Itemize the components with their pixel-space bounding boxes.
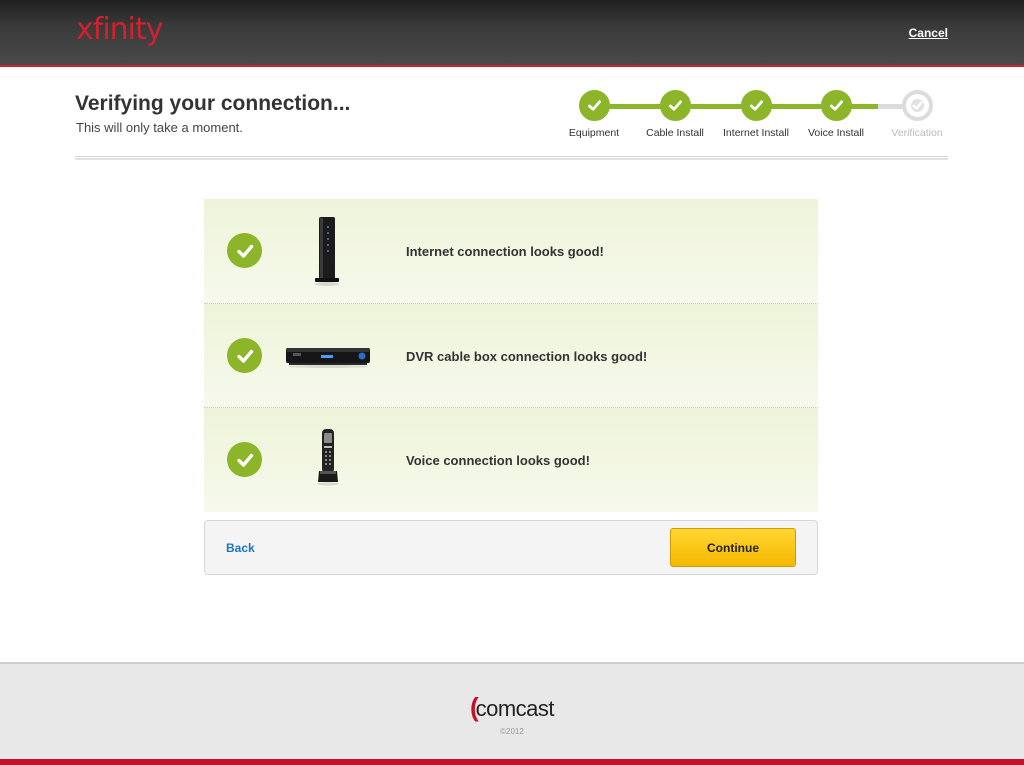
connection-status-panel: Internet connection looks good! DVR cabl… bbox=[204, 199, 818, 512]
progress-step-label: Voice Install bbox=[807, 127, 865, 139]
status-message: Voice connection looks good! bbox=[406, 453, 590, 468]
progress-tracker: Equipment Cable Install Internet Install… bbox=[560, 90, 955, 150]
progress-step-verification: Verification bbox=[877, 90, 957, 139]
progress-step-internet-install: Internet Install bbox=[716, 90, 796, 139]
progress-step-label: Cable Install bbox=[646, 127, 704, 139]
status-row-internet: Internet connection looks good! bbox=[204, 199, 818, 303]
comcast-wordmark: comcast bbox=[475, 696, 555, 721]
cordless-phone-icon bbox=[316, 427, 340, 492]
success-check-icon bbox=[227, 338, 262, 373]
action-bar: Back Continue bbox=[204, 520, 818, 575]
progress-step-label: Equipment bbox=[568, 127, 620, 139]
check-circle-icon bbox=[659, 90, 691, 121]
check-circle-icon bbox=[740, 90, 772, 121]
success-check-icon bbox=[227, 233, 262, 268]
status-message: DVR cable box connection looks good! bbox=[406, 349, 648, 364]
progress-step-label: Verification bbox=[891, 127, 943, 139]
cable-box-icon bbox=[285, 346, 371, 373]
copyright-text: ©2012 bbox=[500, 727, 524, 736]
status-row-cable-box: DVR cable box connection looks good! bbox=[204, 303, 818, 407]
check-circle-icon bbox=[820, 90, 852, 121]
back-link[interactable]: Back bbox=[226, 541, 255, 555]
progress-step-equipment: Equipment bbox=[554, 90, 634, 139]
page-footer: (comcast ©2012 bbox=[0, 662, 1024, 765]
modem-icon bbox=[314, 215, 340, 292]
top-bar: xfinity Cancel bbox=[0, 0, 1024, 67]
pending-check-icon bbox=[901, 90, 933, 121]
progress-step-cable-install: Cable Install bbox=[635, 90, 715, 139]
comcast-logo: (comcast bbox=[0, 692, 1024, 723]
status-message: Internet connection looks good! bbox=[406, 244, 604, 259]
status-row-voice: Voice connection looks good! bbox=[204, 407, 818, 512]
success-check-icon bbox=[227, 442, 262, 477]
page-subtitle: This will only take a moment. bbox=[76, 120, 243, 135]
xfinity-logo: xfinity bbox=[76, 12, 164, 47]
progress-step-label: Internet Install bbox=[723, 127, 789, 139]
cancel-link[interactable]: Cancel bbox=[909, 26, 948, 40]
continue-button[interactable]: Continue bbox=[670, 528, 796, 567]
check-circle-icon bbox=[578, 90, 610, 121]
page-title: Verifying your connection... bbox=[75, 92, 351, 115]
divider bbox=[75, 156, 948, 160]
progress-step-voice-install: Voice Install bbox=[796, 90, 876, 139]
